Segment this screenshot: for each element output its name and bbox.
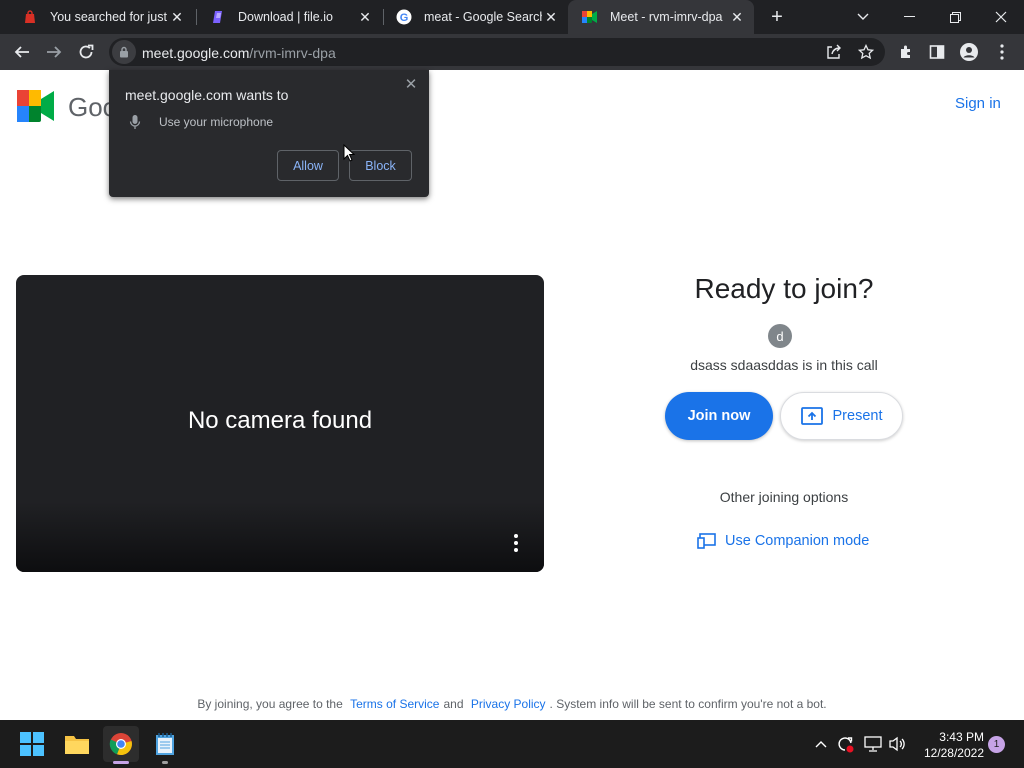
present-screen-icon <box>800 407 823 425</box>
network-icon[interactable] <box>862 733 884 755</box>
terms-footer: By joining, you agree to the Terms of Se… <box>197 697 827 711</box>
minimize-icon[interactable] <box>886 0 932 34</box>
ready-heading: Ready to join? <box>694 273 874 304</box>
new-tab-icon[interactable]: + <box>765 5 789 29</box>
volume-icon[interactable] <box>886 733 908 755</box>
more-options-icon[interactable] <box>508 534 524 552</box>
close-tab-icon[interactable]: ✕ <box>728 8 746 26</box>
avatar: d <box>768 324 792 348</box>
red-bag-icon <box>22 9 38 25</box>
taskbar-clock[interactable]: 3:43 PM 12/28/2022 <box>914 729 984 761</box>
permission-prompt: meet.google.com wants to ✕ Use your micr… <box>109 70 429 197</box>
allow-button[interactable]: Allow <box>277 150 339 181</box>
block-button[interactable]: Block <box>349 150 412 181</box>
microphone-permission-label: Use your microphone <box>159 115 274 129</box>
back-icon[interactable] <box>8 38 36 66</box>
notification-badge[interactable]: 1 <box>988 736 1005 753</box>
other-joining-options: Other joining options <box>719 489 849 505</box>
side-panel-icon[interactable] <box>923 38 951 66</box>
google-icon: G <box>396 9 412 25</box>
meet-icon <box>582 9 598 25</box>
svg-text:G: G <box>400 12 409 24</box>
companion-label: Use Companion mode <box>725 533 870 549</box>
active-app-indicator <box>113 761 129 764</box>
companion-mode-link[interactable]: Use Companion mode <box>697 533 869 549</box>
url-text: meet.google.com/rvm-imrv-dpa <box>142 45 336 61</box>
reload-icon[interactable] <box>72 38 100 66</box>
no-camera-message: No camera found <box>187 407 373 434</box>
preview-gradient <box>16 502 544 572</box>
meet-logo-icon <box>17 90 57 122</box>
share-icon[interactable] <box>820 38 848 66</box>
close-tab-icon[interactable]: ✕ <box>168 8 186 26</box>
present-button[interactable]: Present <box>780 392 903 440</box>
privacy-policy-link[interactable]: Privacy Policy <box>471 697 546 711</box>
clock-time: 3:43 PM <box>939 730 984 744</box>
tab-file-io[interactable]: Download | file.io ✕ <box>196 0 382 34</box>
microphone-icon <box>129 115 141 129</box>
permission-title: meet.google.com wants to <box>125 87 289 103</box>
notepad-icon[interactable] <box>147 726 183 762</box>
close-window-icon[interactable] <box>978 0 1024 34</box>
lock-icon[interactable] <box>112 40 136 64</box>
camera-preview: No camera found <box>16 275 544 572</box>
menu-kebab-icon[interactable] <box>988 38 1016 66</box>
file-explorer-icon[interactable] <box>59 726 95 762</box>
profile-icon[interactable] <box>955 38 983 66</box>
tab-search-chevron-icon[interactable] <box>840 0 886 34</box>
extensions-icon[interactable] <box>892 38 920 66</box>
sign-in-link[interactable]: Sign in <box>955 95 1001 112</box>
tab-just-sl[interactable]: You searched for just sl ✕ <box>8 0 194 34</box>
bookmark-star-icon[interactable] <box>852 38 880 66</box>
in-call-text: dsass sdaasddas is in this call <box>690 357 878 373</box>
companion-devices-icon <box>697 533 716 549</box>
show-hidden-icons-chevron-icon[interactable] <box>810 733 832 755</box>
windows-start-icon[interactable] <box>14 726 50 762</box>
close-tab-icon[interactable]: ✕ <box>356 8 374 26</box>
sync-alert-icon[interactable] <box>834 733 856 755</box>
tab-meet[interactable]: Meet - rvm-imrv-dpa ✕ <box>568 0 754 34</box>
permission-item: Use your microphone <box>129 115 273 129</box>
clock-date: 12/28/2022 <box>923 746 984 760</box>
close-tab-icon[interactable]: ✕ <box>542 8 560 26</box>
restore-icon[interactable] <box>932 0 978 34</box>
chrome-taskbar-icon[interactable] <box>103 726 139 762</box>
join-now-button[interactable]: Join now <box>665 392 773 440</box>
mouse-cursor-icon <box>343 144 355 162</box>
tab-google-search[interactable]: G meat - Google Search ✕ <box>382 0 568 34</box>
forward-icon[interactable] <box>40 38 68 66</box>
terms-of-service-link[interactable]: Terms of Service <box>350 697 439 711</box>
present-label: Present <box>832 408 883 424</box>
file-io-icon <box>210 9 226 25</box>
running-app-indicator <box>162 761 168 764</box>
close-icon[interactable]: ✕ <box>403 76 419 93</box>
